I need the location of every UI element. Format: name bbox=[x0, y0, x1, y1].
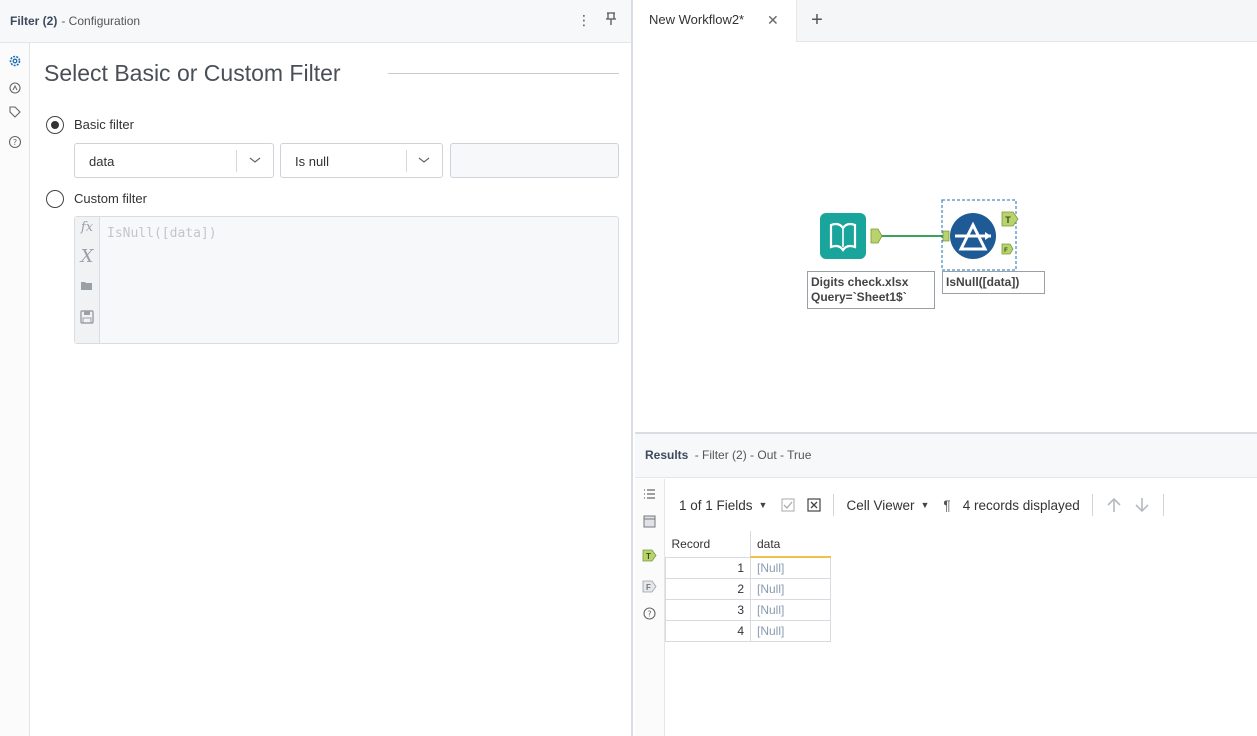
table-icon[interactable] bbox=[642, 514, 657, 529]
input-annotation-line1: Digits check.xlsx bbox=[811, 275, 909, 289]
cell-viewer-label: Cell Viewer bbox=[846, 497, 915, 513]
expression-editor[interactable]: fx X IsNull([data]) bbox=[74, 216, 619, 344]
table-row[interactable]: 1 [Null] bbox=[665, 556, 831, 579]
table-row[interactable]: 4 [Null] bbox=[665, 619, 831, 642]
tag-icon[interactable] bbox=[8, 105, 22, 119]
record-number: 2 bbox=[665, 577, 751, 600]
config-panel-label: - Configuration bbox=[61, 14, 141, 28]
results-subtitle: - Filter (2) - Out - True bbox=[694, 448, 812, 462]
caret-down-icon: ▼ bbox=[920, 500, 930, 510]
help-icon[interactable]: ? bbox=[642, 606, 657, 621]
input-annotation-line2: Query=`Sheet1$` bbox=[811, 290, 907, 304]
tab-workflow-label: New Workflow2* bbox=[649, 12, 745, 27]
arrow-down-icon[interactable] bbox=[1133, 496, 1151, 514]
results-title: Results bbox=[645, 448, 689, 462]
cell-viewer-dropdown[interactable]: Cell Viewer ▼ bbox=[846, 498, 929, 513]
filter-value-input[interactable] bbox=[450, 143, 619, 178]
config-side-strip: ? bbox=[0, 43, 30, 736]
custom-filter-label: Custom filter bbox=[74, 191, 147, 206]
svg-text:F: F bbox=[646, 583, 651, 592]
filter-tool bbox=[950, 213, 996, 259]
configuration-panel: Filter (2) - Configuration ⋮ ? Select Ba… bbox=[0, 0, 633, 736]
column-header-data[interactable]: data bbox=[750, 531, 831, 558]
basic-filter-label: Basic filter bbox=[74, 117, 134, 132]
open-folder-icon[interactable] bbox=[78, 279, 96, 299]
results-toolbar: 1 of 1 Fields ▼ Cell Viewer ▼ ¶ 4 record… bbox=[665, 479, 1257, 531]
records-displayed: 4 records displayed bbox=[962, 497, 1080, 513]
toolbar-divider bbox=[1091, 494, 1093, 516]
svg-text:?: ? bbox=[647, 610, 651, 619]
results-panel: Results - Filter (2) - Out - True T F ? … bbox=[635, 432, 1257, 736]
svg-text:?: ? bbox=[13, 138, 17, 147]
pilcrow-icon[interactable]: ¶ bbox=[943, 498, 950, 513]
more-options-icon[interactable]: ⋮ bbox=[577, 12, 591, 29]
caret-down-icon: ▼ bbox=[758, 500, 768, 510]
cell-value[interactable]: [Null] bbox=[750, 619, 831, 642]
true-anchor-label: T bbox=[1005, 215, 1011, 225]
cell-value[interactable]: [Null] bbox=[750, 556, 831, 579]
input-tool-annotation: Digits check.xlsx Query=`Sheet1$` bbox=[807, 271, 935, 309]
input-data-tool bbox=[820, 213, 866, 259]
field-select[interactable]: data bbox=[74, 143, 274, 178]
results-side-strip: T F ? bbox=[635, 479, 665, 736]
interface-icon[interactable] bbox=[8, 81, 22, 95]
config-header: Filter (2) - Configuration ⋮ bbox=[0, 0, 631, 43]
workflow-canvas[interactable]: T F Digits check.xlsx Query=`Sheet1$` Is… bbox=[635, 42, 1257, 432]
basic-filter-radio[interactable] bbox=[46, 116, 64, 134]
table-row[interactable]: 3 [Null] bbox=[665, 598, 831, 621]
filter-annotation-text: IsNull([data]) bbox=[946, 275, 1020, 289]
true-output-icon[interactable]: T bbox=[642, 548, 657, 563]
expression-text: IsNull([data]) bbox=[107, 226, 217, 241]
config-tool-name: Filter (2) bbox=[10, 14, 58, 28]
svg-text:T: T bbox=[646, 552, 651, 561]
section-title: Select Basic or Custom Filter bbox=[44, 60, 341, 86]
variable-icon[interactable]: X bbox=[78, 246, 96, 267]
check-all-icon[interactable] bbox=[781, 498, 795, 512]
record-number: 1 bbox=[665, 556, 751, 579]
operator-select-value: Is null bbox=[295, 154, 329, 169]
save-icon[interactable] bbox=[78, 310, 96, 330]
record-number: 4 bbox=[665, 619, 751, 642]
expression-toolbar: fx X bbox=[75, 217, 100, 343]
close-icon[interactable]: ✕ bbox=[767, 12, 779, 29]
output-anchor-icon bbox=[870, 228, 883, 244]
operator-select[interactable]: Is null bbox=[280, 143, 443, 178]
uncheck-all-icon[interactable] bbox=[807, 498, 822, 512]
list-icon[interactable] bbox=[642, 487, 657, 502]
input-anchor-icon bbox=[942, 230, 950, 242]
chevron-down-icon bbox=[249, 157, 261, 163]
toolbar-divider bbox=[1162, 494, 1164, 516]
chevron-down-icon bbox=[418, 157, 430, 163]
canvas-graphics: T F bbox=[820, 199, 1019, 271]
cell-value[interactable]: [Null] bbox=[750, 598, 831, 621]
help-icon[interactable]: ? bbox=[8, 135, 22, 149]
cell-value[interactable]: [Null] bbox=[750, 577, 831, 600]
filter-tool-annotation: IsNull([data]) bbox=[942, 271, 1045, 294]
add-tab-icon[interactable]: + bbox=[803, 6, 831, 34]
record-number: 3 bbox=[665, 598, 751, 621]
fields-dropdown[interactable]: 1 of 1 Fields ▼ bbox=[679, 498, 767, 513]
results-grid[interactable]: Record data 1 [Null] 2 [Null] 3 [Null] 4… bbox=[665, 531, 831, 642]
results-header: Results - Filter (2) - Out - True bbox=[635, 434, 1257, 478]
false-output-icon[interactable]: F bbox=[642, 579, 657, 594]
function-icon[interactable]: fx bbox=[78, 220, 96, 240]
field-select-value: data bbox=[89, 154, 115, 169]
custom-filter-radio[interactable] bbox=[46, 190, 64, 208]
tab-workflow[interactable]: New Workflow2* ✕ bbox=[635, 0, 797, 42]
gear-icon[interactable] bbox=[8, 54, 22, 68]
pin-icon[interactable] bbox=[605, 12, 617, 29]
title-divider bbox=[388, 73, 619, 74]
table-row[interactable]: 2 [Null] bbox=[665, 577, 831, 600]
toolbar-divider bbox=[833, 494, 835, 516]
arrow-up-icon[interactable] bbox=[1105, 496, 1123, 514]
workflow-tab-bar: New Workflow2* ✕ + bbox=[635, 0, 1257, 42]
column-header-record[interactable]: Record bbox=[665, 531, 751, 557]
fields-label: 1 of 1 Fields bbox=[679, 497, 753, 513]
false-anchor-label: F bbox=[1004, 248, 1008, 254]
